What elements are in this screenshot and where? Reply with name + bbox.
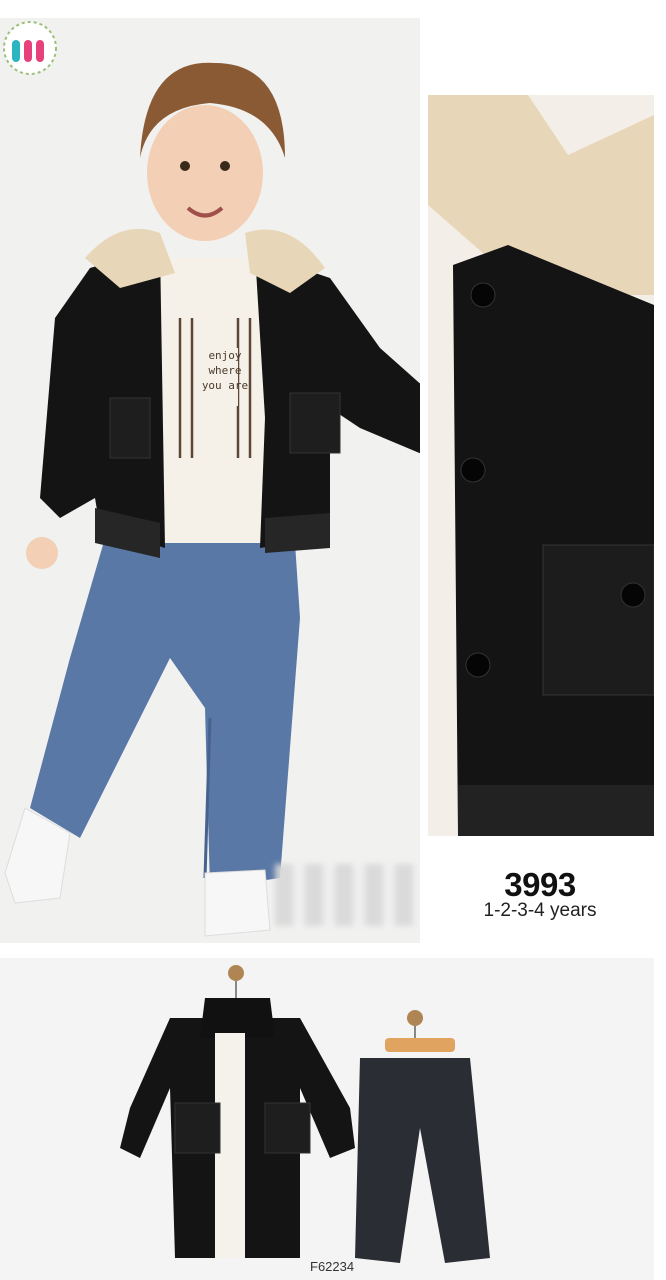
detail-photo [428, 95, 654, 836]
tshirt-print-line: enjoy [208, 349, 242, 362]
boy-illustration [4, 62, 420, 937]
brand-logo-icon [3, 21, 57, 75]
flatlay-photo [0, 958, 654, 1280]
hero-photo: enjoy where you are [0, 18, 420, 943]
tshirt-print: enjoy where you are [190, 348, 260, 393]
size-range: 1-2-3-4 years [483, 900, 597, 921]
tshirt-print-line: where [208, 364, 242, 377]
blurred-label [275, 864, 420, 926]
jacket-detail-illustration [428, 95, 654, 836]
brand-logo [0, 18, 70, 114]
sku-label: F62234 [310, 1259, 355, 1274]
product-code: 3993 [504, 866, 576, 903]
tshirt-print-line: you are [201, 379, 249, 392]
flatlay-illustration [120, 965, 490, 1263]
